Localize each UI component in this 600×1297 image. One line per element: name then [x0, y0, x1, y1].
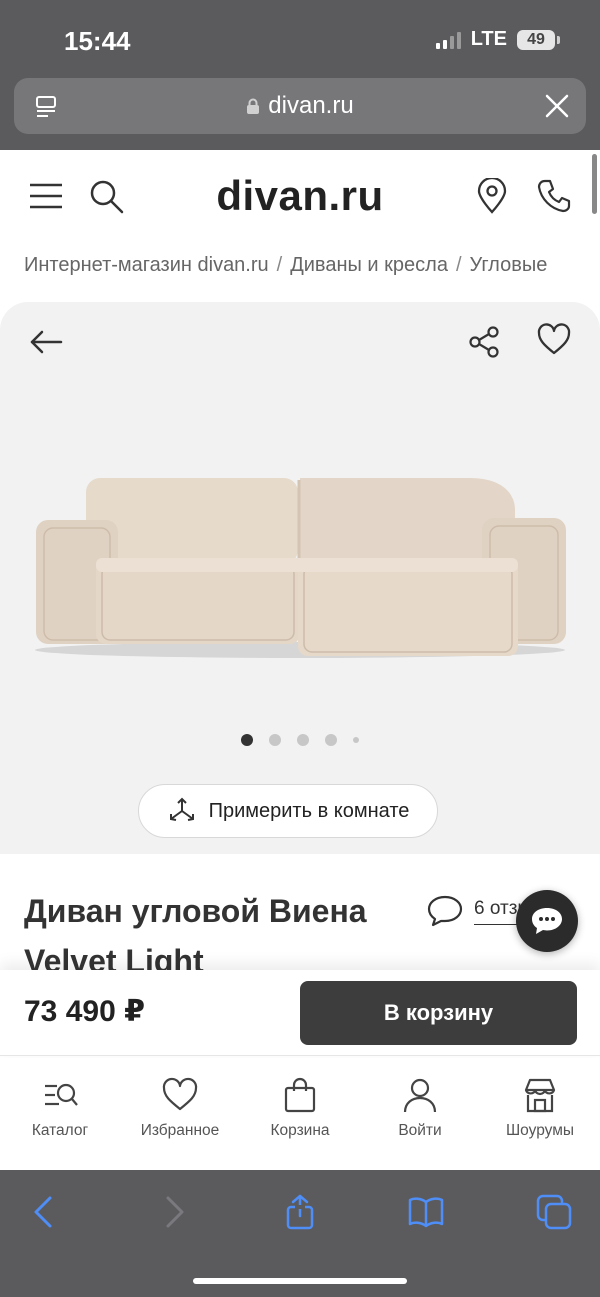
status-indicators: LTE 49	[435, 28, 560, 51]
share-icon[interactable]	[466, 324, 502, 360]
url-label: divan.ru	[268, 92, 354, 119]
status-bar: 15:44 LTE 49	[0, 0, 600, 78]
chat-icon	[532, 908, 562, 934]
battery-level: 49	[517, 29, 555, 50]
network-label: LTE	[470, 28, 507, 50]
breadcrumb: Интернет-магазин divan.ru / Диваны и кресл…	[24, 254, 548, 276]
product-image[interactable]	[30, 472, 570, 662]
pagination-dot[interactable]	[297, 734, 309, 746]
bookmarks-icon[interactable]	[408, 1194, 444, 1230]
battery-icon: 49	[517, 29, 560, 50]
tab-label: Корзина	[270, 1122, 330, 1139]
chat-button[interactable]	[516, 890, 578, 952]
address-bar[interactable]: divan.ru	[14, 78, 586, 134]
favorite-heart-icon[interactable]	[536, 322, 572, 358]
try-in-room-button[interactable]: Примерить в комнате	[138, 784, 438, 838]
bag-icon	[284, 1077, 316, 1113]
browser-forward-icon[interactable]	[156, 1194, 192, 1230]
tabs-icon[interactable]	[536, 1194, 572, 1230]
comment-icon	[427, 895, 463, 927]
tab-catalog[interactable]: Каталог	[0, 1076, 120, 1140]
pagination-dot[interactable]	[269, 734, 281, 746]
store-icon	[524, 1078, 556, 1113]
site-tabbar: Каталог Избранное Корзина Войти Шоурумы	[0, 1058, 600, 1170]
location-icon[interactable]	[474, 178, 510, 214]
tab-cart[interactable]: Корзина	[240, 1076, 360, 1140]
breadcrumb-item[interactable]: Угловые	[470, 254, 548, 276]
browser-back-icon[interactable]	[26, 1194, 62, 1230]
browser-share-icon[interactable]	[282, 1194, 318, 1230]
pagination-dot[interactable]	[241, 734, 253, 746]
pagination-dot[interactable]	[353, 737, 359, 743]
pagination-dot[interactable]	[325, 734, 337, 746]
status-time: 15:44	[64, 26, 131, 56]
tab-label: Шоурумы	[505, 1122, 575, 1139]
product-gallery[interactable]: Примерить в комнате	[0, 302, 600, 854]
site-header: divan.ru	[0, 150, 600, 242]
home-indicator	[193, 1278, 407, 1284]
lock-icon	[247, 98, 260, 114]
try-in-room-label: Примерить в комнате	[208, 799, 410, 822]
product-price: 73 490 ₽	[24, 995, 145, 1028]
tab-label: Избранное	[140, 1122, 220, 1139]
back-arrow-icon[interactable]	[28, 324, 64, 360]
tab-label: Каталог	[31, 1122, 89, 1139]
heart-icon	[162, 1077, 198, 1111]
gallery-pagination	[0, 734, 600, 746]
tab-login[interactable]: Войти	[360, 1076, 480, 1140]
tab-label: Войти	[398, 1122, 442, 1139]
tab-showrooms[interactable]: Шоурумы	[480, 1076, 600, 1140]
phone-icon[interactable]	[536, 178, 572, 214]
close-icon[interactable]	[544, 93, 570, 119]
add-to-cart-button[interactable]: В корзину	[300, 981, 577, 1045]
user-icon	[403, 1078, 437, 1113]
buy-bar: 73 490 ₽ В корзину	[0, 970, 600, 1056]
site-logo[interactable]: divan.ru	[0, 172, 600, 220]
breadcrumb-item[interactable]: Интернет-магазин divan.ru	[24, 254, 269, 276]
breadcrumb-item[interactable]: Диваны и кресла	[290, 254, 448, 276]
tab-favorites[interactable]: Избранное	[120, 1076, 240, 1140]
url-text[interactable]: divan.ru	[14, 92, 586, 120]
signal-icon	[435, 31, 461, 49]
ar-cube-icon	[169, 797, 194, 821]
page-scrollbar[interactable]	[592, 154, 597, 214]
catalog-icon	[45, 1083, 78, 1106]
browser-toolbar: divan.ru	[0, 78, 600, 150]
